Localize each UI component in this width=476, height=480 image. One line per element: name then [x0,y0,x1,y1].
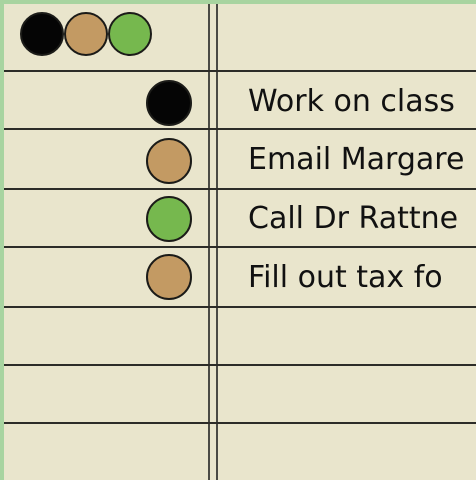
row-rule [4,188,476,190]
black-circle-icon[interactable] [20,12,64,56]
column-divider [216,4,218,480]
green-circle-icon[interactable] [146,196,192,242]
task-label[interactable]: Email Margare [248,142,464,178]
row-rule [4,364,476,366]
tan-circle-icon[interactable] [146,254,192,300]
task-label[interactable]: Fill out tax fo [248,260,443,296]
row-rule [4,422,476,424]
row-rule [4,70,476,72]
row-rule [4,306,476,308]
black-circle-icon[interactable] [146,80,192,126]
tan-circle-icon[interactable] [64,12,108,56]
tan-circle-icon[interactable] [146,138,192,184]
task-label[interactable]: Call Dr Rattne [248,201,458,237]
row-rule [4,246,476,248]
row-rule [4,128,476,130]
legend-dots [20,12,152,56]
green-circle-icon[interactable] [108,12,152,56]
todo-sheet: Work on class Email Margare Call Dr Ratt… [4,4,476,480]
task-label[interactable]: Work on class [248,84,455,120]
column-divider [208,4,210,480]
